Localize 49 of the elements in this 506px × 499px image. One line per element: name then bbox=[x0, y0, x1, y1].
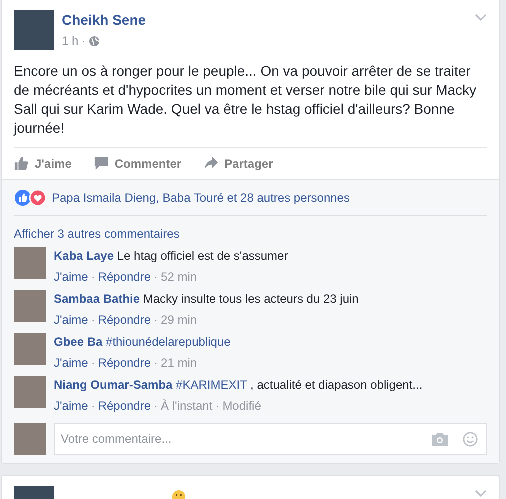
avatar-photo-placeholder bbox=[14, 290, 46, 322]
comment-info: Modifié bbox=[222, 399, 262, 413]
author-name[interactable]: Cheikh Sene bbox=[62, 12, 146, 28]
separator: · bbox=[154, 399, 158, 413]
comment-action-link[interactable]: J'aime bbox=[54, 270, 88, 284]
avatar-photo-placeholder bbox=[14, 376, 46, 408]
separator: · bbox=[154, 270, 158, 284]
comment-action-link[interactable]: J'aime bbox=[54, 399, 88, 413]
comment-action-link[interactable]: Répondre bbox=[98, 356, 152, 370]
comment-input-field[interactable]: Votre commentaire... bbox=[54, 423, 487, 455]
thumbs-up-icon bbox=[14, 156, 29, 171]
separator: · bbox=[91, 270, 96, 284]
arrow-icon bbox=[204, 156, 219, 171]
comment-action-link[interactable]: J'aime bbox=[54, 313, 88, 327]
globe-icon bbox=[88, 36, 100, 46]
separator: · bbox=[216, 399, 220, 413]
separator: · bbox=[154, 356, 158, 370]
comment-text: Gbee Ba #thiounédelarepublique bbox=[54, 334, 232, 350]
separator: · bbox=[154, 313, 158, 327]
like-button[interactable]: J'aime bbox=[14, 152, 72, 175]
comment-info: 21 min bbox=[161, 356, 198, 370]
separator: · bbox=[91, 313, 96, 327]
reactions-summary[interactable]: Papa Ismaila Dieng, Baba Touré et 28 autres personnes bbox=[52, 191, 350, 205]
avatar-photo-placeholder bbox=[14, 423, 46, 455]
comment-info: 29 min bbox=[161, 313, 198, 327]
separator: · bbox=[91, 399, 96, 413]
avatar-photo-placeholder bbox=[14, 247, 46, 279]
comment-action-link[interactable]: Répondre bbox=[98, 399, 152, 413]
comment-button[interactable]: Commenter bbox=[94, 152, 182, 175]
comment-info: À l'instant bbox=[161, 399, 213, 413]
comment-text: Kaba Laye Le htag officiel est de s'assumer bbox=[54, 248, 290, 264]
separator: · bbox=[91, 356, 96, 370]
comment-action-link[interactable]: Répondre bbox=[98, 313, 152, 327]
avatar-photo-placeholder bbox=[14, 333, 46, 365]
comment-text: Sambaa Bathie Macky insulte tous les acteurs du 23 juin bbox=[54, 291, 360, 307]
smiley-icon[interactable] bbox=[463, 432, 478, 447]
chevron-down-icon[interactable] bbox=[475, 14, 487, 22]
separator: · bbox=[82, 34, 86, 48]
comment-info: 52 min bbox=[161, 270, 198, 284]
post-text: Encore un os à ronger pour le peuple... On va pouvoir arrêter de se traiter de mécréants et d'hypocrites un moment et verser notre bile qui sur Macky Sall qui sur Karim Wade. Quel va être le hstag officiel d'ailleurs? Bonne journée! bbox=[14, 62, 478, 138]
comment-action-link[interactable]: J'aime bbox=[54, 356, 88, 370]
chevron-down-icon[interactable] bbox=[475, 490, 487, 498]
more-comments-link[interactable]: Afficher 3 autres commentaires bbox=[14, 227, 180, 241]
comment-action-link[interactable]: Répondre bbox=[98, 270, 152, 284]
avatar-photo-placeholder bbox=[14, 10, 54, 50]
reactions-icon[interactable] bbox=[14, 189, 48, 207]
share-button[interactable]: Partager bbox=[204, 152, 274, 175]
speech-bubble-icon bbox=[94, 156, 109, 171]
comment-text: Niang Oumar-Samba #KARIMEXIT , actualité et diapason obligent... bbox=[54, 377, 424, 393]
